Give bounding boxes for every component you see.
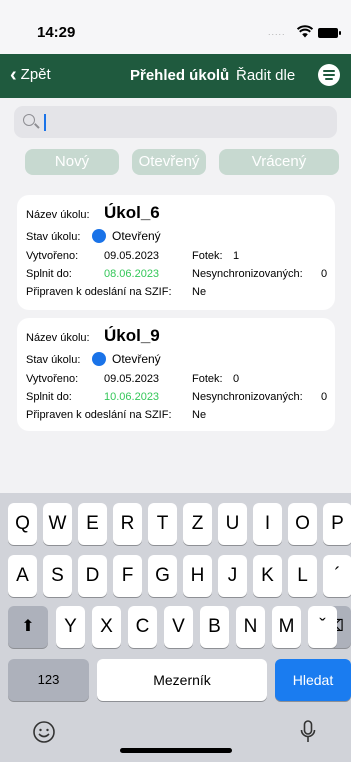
- key-x[interactable]: X: [92, 606, 121, 648]
- sort-button[interactable]: Řadit dle: [236, 67, 295, 84]
- page-title: Přehled úkolů: [130, 67, 230, 84]
- key-b[interactable]: B: [200, 606, 229, 648]
- task-due-label: Splnit do:: [26, 391, 72, 403]
- status-time: 14:29: [37, 24, 76, 41]
- shift-key[interactable]: ⬆: [8, 606, 48, 648]
- task-state-label: Stav úkolu:: [26, 354, 81, 366]
- chevron-left-icon: ‹: [10, 63, 17, 86]
- key-n[interactable]: N: [236, 606, 265, 648]
- task-unsynced-label: Nesynchronizovaných:: [192, 391, 303, 403]
- text-cursor: [44, 114, 46, 131]
- task-card[interactable]: Název úkolu: Úkol_6 Stav úkolu: Otevřený…: [17, 195, 335, 310]
- task-ready: Ne: [192, 286, 207, 298]
- filter-returned-button[interactable]: Vrácený: [219, 149, 339, 175]
- task-unsynced: 0: [321, 391, 328, 403]
- key-r[interactable]: R: [113, 503, 142, 545]
- key-v[interactable]: V: [164, 606, 193, 648]
- filter-menu-icon[interactable]: [318, 64, 340, 86]
- task-created: 09.05.2023: [104, 373, 160, 385]
- key-t[interactable]: T: [148, 503, 177, 545]
- emoji-icon[interactable]: [24, 711, 64, 753]
- key-l[interactable]: L: [288, 555, 317, 597]
- task-state-label: Stav úkolu:: [26, 231, 81, 243]
- key-i[interactable]: I: [253, 503, 282, 545]
- search-input[interactable]: [44, 109, 324, 135]
- task-created-label: Vytvořeno:: [26, 373, 79, 385]
- key-m[interactable]: M: [272, 606, 301, 648]
- numbers-key[interactable]: 123: [8, 659, 89, 701]
- back-button[interactable]: ‹ Zpět: [10, 63, 51, 86]
- filter-open-button[interactable]: Otevřený: [132, 149, 206, 175]
- task-name-label: Název úkolu:: [26, 332, 90, 344]
- status-dot-icon: [92, 229, 106, 243]
- key-d[interactable]: D: [78, 555, 107, 597]
- task-due-label: Splnit do:: [26, 268, 72, 280]
- key-o[interactable]: O: [288, 503, 317, 545]
- task-photos: 0: [233, 373, 240, 385]
- microphone-icon[interactable]: [288, 711, 328, 753]
- search-key[interactable]: Hledat: [275, 659, 351, 701]
- battery-icon: [318, 28, 341, 38]
- key-g[interactable]: G: [148, 555, 177, 597]
- task-state: Otevřený: [88, 352, 161, 366]
- search-icon: [23, 114, 35, 126]
- key-q[interactable]: Q: [8, 503, 37, 545]
- key-y[interactable]: Y: [56, 606, 85, 648]
- key-k[interactable]: K: [253, 555, 282, 597]
- task-ready: Ne: [192, 409, 207, 421]
- key-ˇ[interactable]: ˇ: [308, 606, 337, 648]
- key-f[interactable]: F: [113, 555, 142, 597]
- task-name-label: Název úkolu:: [26, 209, 90, 221]
- task-unsynced-label: Nesynchronizovaných:: [192, 268, 303, 280]
- status-dot-icon: [92, 352, 106, 366]
- signal-icon: .....: [268, 27, 286, 37]
- task-state-value: Otevřený: [112, 229, 161, 243]
- screen: 14:29 ..... ‹ Zpět Přehled úkolů Řadit d…: [0, 0, 351, 762]
- task-created: 09.05.2023: [104, 250, 160, 262]
- task-photos-label: Fotek:: [192, 250, 223, 262]
- home-indicator: [120, 748, 232, 753]
- task-unsynced: 0: [321, 268, 328, 280]
- on-screen-keyboard: ⬆ ⌫ 123 Mezerník Hledat QWERTZUIOPASDFGH…: [0, 493, 351, 762]
- task-name: Úkol_6: [104, 203, 160, 222]
- space-key[interactable]: Mezerník: [97, 659, 267, 701]
- task-state: Otevřený: [88, 229, 161, 243]
- key-u[interactable]: U: [218, 503, 247, 545]
- task-photos: 1: [233, 250, 240, 262]
- task-ready-label: Připraven k odeslání na SZIF:: [26, 286, 172, 298]
- wifi-icon: [297, 25, 313, 38]
- task-due: 08.06.2023: [104, 268, 160, 280]
- key-z[interactable]: Z: [183, 503, 212, 545]
- key-s[interactable]: S: [43, 555, 72, 597]
- key-´[interactable]: ´: [323, 555, 351, 597]
- status-bar: 14:29 .....: [0, 0, 351, 54]
- task-state-value: Otevřený: [112, 352, 161, 366]
- key-a[interactable]: A: [8, 555, 37, 597]
- key-w[interactable]: W: [43, 503, 72, 545]
- search-bar[interactable]: [14, 106, 337, 138]
- back-label: Zpět: [20, 66, 51, 83]
- task-created-label: Vytvořeno:: [26, 250, 79, 262]
- task-ready-label: Připraven k odeslání na SZIF:: [26, 409, 172, 421]
- task-name: Úkol_9: [104, 326, 160, 345]
- key-j[interactable]: J: [218, 555, 247, 597]
- filter-new-button[interactable]: Nový: [25, 149, 119, 175]
- key-c[interactable]: C: [128, 606, 157, 648]
- task-photos-label: Fotek:: [192, 373, 223, 385]
- task-due: 10.06.2023: [104, 391, 160, 403]
- key-p[interactable]: P: [323, 503, 351, 545]
- key-h[interactable]: H: [183, 555, 212, 597]
- navigation-bar: ‹ Zpět Přehled úkolů Řadit dle: [0, 54, 351, 98]
- task-card[interactable]: Název úkolu: Úkol_9 Stav úkolu: Otevřený…: [17, 318, 335, 431]
- key-e[interactable]: E: [78, 503, 107, 545]
